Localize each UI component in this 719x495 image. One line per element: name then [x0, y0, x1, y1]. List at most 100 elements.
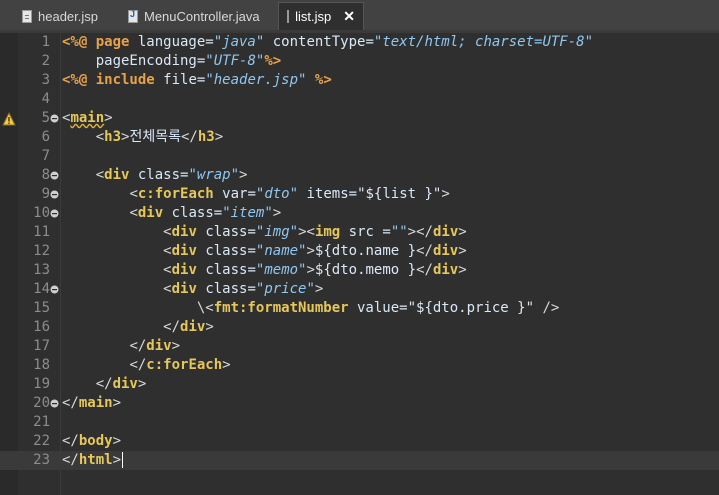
code-text: </body> [62, 432, 121, 451]
code-token: "text/html; charset=UTF-8" [373, 34, 594, 50]
line-number: 17 [33, 338, 50, 354]
code-text: pageEncoding="UTF-8"%> [62, 52, 281, 71]
code-line[interactable]: 3 <%@ include file="header.jsp" %> [0, 71, 719, 90]
code-token: > [112, 395, 122, 411]
line-number: 18 [33, 357, 50, 373]
code-line[interactable]: 7 [0, 147, 719, 166]
code-token: > [112, 452, 122, 468]
code-text: </html> [62, 451, 124, 470]
line-number: 11 [33, 224, 50, 240]
code-line[interactable]: 8 <div class="wrap"> [0, 166, 719, 185]
code-line[interactable]: 5 <main> [0, 109, 719, 128]
code-token: img [314, 224, 341, 240]
code-line[interactable]: 14 <div class="price"> [0, 280, 719, 299]
code-line[interactable]: 2 pageEncoding="UTF-8"%> [0, 52, 719, 71]
close-icon[interactable]: ✕ [343, 8, 355, 25]
code-token: div [180, 319, 206, 335]
code-token: ></ [407, 224, 433, 240]
code-token: language= [137, 34, 214, 50]
fold-toggle-icon[interactable] [50, 209, 59, 218]
fold-toggle-icon[interactable] [50, 114, 59, 123]
code-line[interactable]: 21 [0, 413, 719, 432]
code-text: </div> [62, 375, 147, 394]
jsp-file-icon [22, 9, 32, 23]
line-number: 20 [33, 395, 50, 411]
fold-toggle-icon[interactable] [50, 285, 59, 294]
code-token: div [171, 262, 197, 278]
line-number: 14 [33, 281, 50, 297]
code-line[interactable]: 13 <div class="memo">${dto.memo }</div> [0, 261, 719, 280]
code-token: </ [129, 338, 147, 354]
code-text: </div> [62, 318, 214, 337]
code-token: div [137, 205, 164, 221]
fold-toggle-icon[interactable] [50, 399, 59, 408]
code-token: %> [264, 53, 282, 69]
code-line[interactable]: 12 <div class="name">${dto.name }</div> [0, 242, 719, 261]
code-token: < [163, 243, 172, 259]
code-token: class= [196, 281, 256, 297]
code-token: "${dto.price }" [407, 300, 535, 316]
code-line[interactable]: 9 <c:forEach var="dto" items="${list }"> [0, 185, 719, 204]
code-token: ${dto.memo } [314, 262, 417, 278]
code-token: </ [163, 319, 181, 335]
code-token: value= [348, 300, 408, 316]
code-token: div [112, 376, 138, 392]
fold-toggle-icon[interactable] [50, 190, 59, 199]
line-number: 9 [41, 186, 50, 202]
code-line[interactable]: 20 </main> [0, 394, 719, 413]
code-token: div [146, 338, 172, 354]
code-text: </c:forEach> [62, 356, 231, 375]
code-token: > [458, 243, 467, 259]
code-line[interactable]: 6 <h3>전체목록</h3> [0, 128, 719, 147]
code-token: "img" [255, 224, 299, 240]
code-token: pageEncoding= [95, 53, 206, 69]
code-line[interactable]: 11 <div class="img"><img src =""></div> [0, 223, 719, 242]
code-token: > [222, 357, 231, 373]
line-number: 1 [41, 34, 50, 50]
code-line[interactable]: 10 <div class="item"> [0, 204, 719, 223]
line-number: 13 [33, 262, 50, 278]
code-line[interactable]: 16 </div> [0, 318, 719, 337]
code-token: "header.jsp" [205, 72, 307, 88]
code-token: src = [340, 224, 391, 240]
tab-menucontroller-java[interactable]: MenuController.java [120, 2, 268, 30]
code-token: </ [62, 452, 79, 468]
line-number: 16 [33, 319, 50, 335]
line-number: 7 [41, 148, 50, 164]
line-number: 8 [41, 167, 50, 183]
code-token: </ [416, 243, 433, 259]
code-token: div [171, 281, 197, 297]
code-token: < [95, 167, 105, 183]
code-token: > [239, 167, 248, 183]
code-line[interactable]: 15 \<fmt:formatNumber value="${dto.price… [0, 299, 719, 318]
line-number: 12 [33, 243, 50, 259]
tab-header-jsp[interactable]: header.jsp [14, 2, 106, 30]
code-token: > [214, 129, 224, 145]
code-token: ${dto.name } [314, 243, 417, 259]
code-line[interactable]: 18 </c:forEach> [0, 356, 719, 375]
code-token: %> [306, 72, 332, 88]
code-editor[interactable]: 1 <%@ page language="java" contentType="t… [0, 33, 719, 495]
code-line[interactable]: 4 [0, 90, 719, 109]
code-token: < [306, 224, 315, 240]
code-line[interactable]: 22 </body> [0, 432, 719, 451]
fold-toggle-icon[interactable] [50, 171, 59, 180]
code-line[interactable]: 1 <%@ page language="java" contentType="t… [0, 33, 719, 52]
code-token: div [171, 224, 197, 240]
code-token: class= [196, 224, 256, 240]
code-token: "price" [255, 281, 315, 297]
editor-tab-bar: header.jsp MenuController.java list.jsp … [0, 0, 719, 30]
jsp-file-icon [287, 10, 290, 23]
code-token: 전체목록 [129, 129, 181, 145]
code-line[interactable]: 19 </div> [0, 375, 719, 394]
code-line[interactable]: 17 </div> [0, 337, 719, 356]
tab-list-jsp[interactable]: list.jsp ✕ [278, 2, 364, 30]
code-line[interactable]: 23 </html> [0, 451, 719, 470]
warning-icon[interactable] [2, 111, 16, 126]
